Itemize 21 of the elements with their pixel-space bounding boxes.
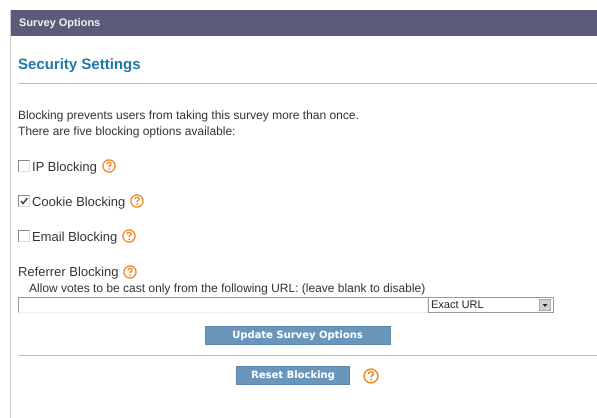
hint-text: Allow votes to be cast only from the following URL: (leave blank to disable) [29,281,426,295]
help-icon[interactable] [363,368,379,384]
match-dropdown[interactable]: Exact URL [428,297,554,313]
update-button[interactable]: Update Survey Options [204,326,390,345]
option-label: Referrer Blocking [18,264,118,279]
option-label: Cookie Blocking [32,194,126,208]
checkbox[interactable] [18,230,30,242]
intro-text: Blocking prevents users from taking this survey more than once. There are five blocking options available: [18,107,360,139]
section-heading: Security Settings [18,56,142,73]
option-label: Email Blocking [32,228,118,244]
option-label: IP Blocking [32,158,97,174]
panel-title: Survey Options [19,17,100,29]
dropdown-arrow-icon [539,299,551,311]
url-field[interactable] [18,297,428,313]
help-icon[interactable] [122,229,136,243]
help-icon[interactable] [102,159,116,173]
help-icon[interactable] [123,264,138,278]
help-icon[interactable] [130,194,144,208]
reset-button[interactable]: Reset Blocking [236,366,350,385]
checkbox[interactable] [18,195,30,207]
checkbox[interactable] [18,160,30,172]
